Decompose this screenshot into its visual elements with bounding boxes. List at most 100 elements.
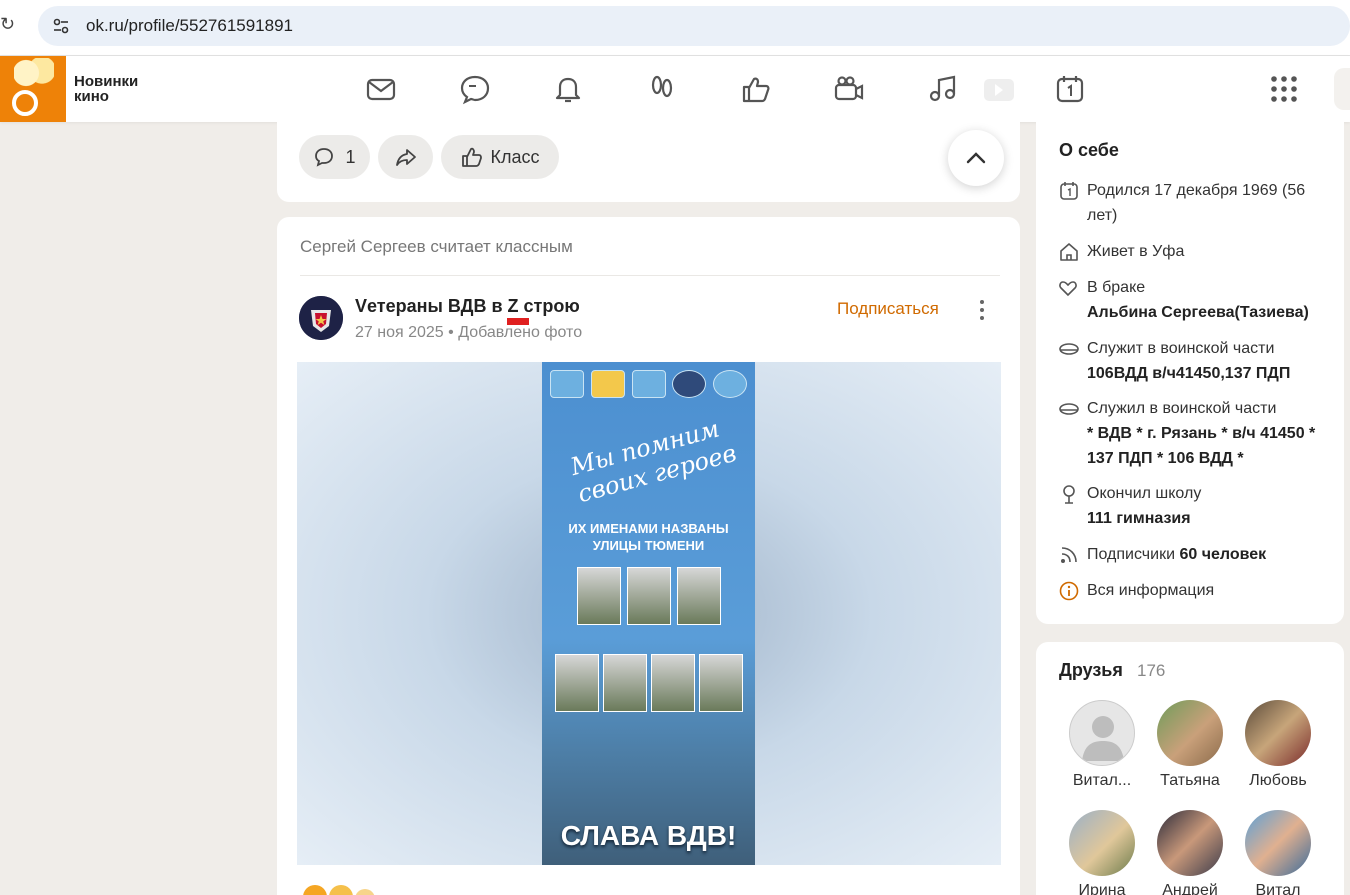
hearts-icon	[1059, 281, 1077, 297]
portrait-photo	[626, 567, 671, 625]
calendar-small-icon	[1060, 182, 1078, 200]
portrait-photo	[602, 654, 647, 712]
emblem-icon	[713, 370, 747, 398]
site-settings-icon[interactable]	[52, 17, 70, 35]
liked-by-line[interactable]: Сергей Сергеев считает классным	[300, 237, 573, 257]
video-play-icon[interactable]	[982, 73, 1014, 105]
friend-item[interactable]: Татьяна	[1150, 700, 1230, 790]
emblem-icon	[590, 370, 625, 398]
school-text: Окончил школу 111 гимназия	[1087, 481, 1339, 531]
friend-item[interactable]: Андрей	[1150, 810, 1230, 895]
about-marriage: В браке Альбина Сергеева(Тазиева)	[1058, 275, 1338, 327]
about-subscribers[interactable]: Подписчики 60 человек	[1058, 542, 1338, 568]
about-school: Окончил школу 111 гимназия	[1058, 481, 1338, 533]
feed-post: Сергей Сергеев считает классным Vетераны…	[277, 217, 1020, 895]
popcorn-icon	[14, 58, 54, 88]
calendar-icon[interactable]	[1054, 73, 1086, 105]
more-options-icon[interactable]	[972, 297, 992, 323]
all-info-link[interactable]: Вся информация	[1058, 578, 1338, 604]
military-cap-icon	[1059, 343, 1079, 355]
portrait-photo	[554, 654, 599, 712]
subscribers-text: Подписчики 60 человек	[1087, 542, 1339, 567]
reload-icon[interactable]: ↻	[0, 14, 15, 35]
location-text: Живет в Уфа	[1087, 239, 1339, 264]
poster-emblems	[550, 370, 747, 400]
ok-logo[interactable]	[0, 56, 66, 122]
spouse-link[interactable]: Альбина Сергеева(Тазиева)	[1087, 304, 1309, 321]
emblem-icon	[631, 370, 666, 398]
served-text: Служил в воинской части * ВДВ * г. Рязань…	[1087, 396, 1339, 471]
friend-avatar	[1069, 810, 1135, 876]
promo-label-line2: кино	[74, 88, 109, 105]
about-serving: Служит в воинской части 106ВДД в/ч41450,1…	[1058, 336, 1338, 388]
poster-image: Мы помним своих героев ИХ ИМЕНАМИ НАЗВАН…	[542, 362, 755, 865]
address-bar[interactable]: ok.ru/profile/552761591891	[38, 6, 1350, 46]
portrait-photo	[698, 654, 743, 712]
friends-title[interactable]: Друзья	[1059, 660, 1123, 681]
site-header: Новинки кино	[0, 56, 1350, 122]
ok-logo-icon	[12, 90, 38, 116]
class-button[interactable]: Класс	[441, 135, 559, 179]
mail-icon[interactable]	[365, 73, 397, 105]
portrait-photo	[576, 567, 621, 625]
about-served: Служил в воинской части * ВДВ * г. Рязань…	[1058, 396, 1338, 472]
likes-icon[interactable]	[740, 73, 772, 105]
poster-subtitle-line2: УЛИЦЫ ТЮМЕНИ	[592, 538, 705, 553]
friend-item[interactable]: Ирина	[1062, 810, 1142, 895]
friend-avatar	[1245, 700, 1311, 766]
promo-label[interactable]: Новинки кино	[74, 74, 138, 104]
friend-name: Любовь	[1249, 772, 1307, 789]
promo-label-line1: Новинки	[74, 73, 139, 90]
post-photo[interactable]: Мы помним своих героев ИХ ИМЕНАМИ НАЗВАН…	[297, 362, 1001, 865]
served-label: Служил в воинской части	[1087, 400, 1277, 417]
apps-grid-icon[interactable]	[1268, 73, 1300, 105]
scroll-to-top-button[interactable]	[948, 130, 1004, 186]
serving-unit-link[interactable]: 106ВДД в/ч41450,137 ПДП	[1087, 365, 1290, 382]
about-location: Живет в Уфа	[1058, 239, 1338, 265]
friend-item[interactable]: Витал	[1238, 810, 1318, 895]
post-action: Добавлено фото	[458, 324, 583, 341]
lives-city[interactable]: Уфа	[1152, 243, 1184, 260]
group-name-link[interactable]: Vетераны ВДВ в Z строю	[355, 296, 580, 317]
music-icon[interactable]	[926, 73, 958, 105]
group-avatar[interactable]	[299, 296, 343, 340]
home-icon	[1060, 243, 1078, 261]
poster-portraits-row-2	[542, 654, 755, 712]
portrait-photo	[676, 567, 721, 625]
share-icon	[395, 149, 416, 166]
friend-avatar	[1069, 700, 1135, 766]
poster-subtitle: ИХ ИМЕНАМИ НАЗВАНЫ УЛИЦЫ ТЮМЕНИ	[542, 520, 755, 554]
reactions-icon[interactable]	[301, 883, 381, 895]
serving-text: Служит в воинской части 106ВДД в/ч41450,1…	[1087, 336, 1339, 386]
post-date[interactable]: 27 ноя 2025	[355, 324, 444, 341]
portrait-photo	[650, 654, 695, 712]
friend-name: Андрей	[1162, 882, 1218, 895]
lives-prefix: Живет в	[1087, 243, 1153, 260]
url-text[interactable]: ok.ru/profile/552761591891	[86, 16, 293, 36]
notifications-icon[interactable]	[552, 73, 584, 105]
guests-icon[interactable]	[646, 73, 678, 105]
meta-separator: •	[448, 324, 459, 341]
school-link[interactable]: 111 гимназия	[1087, 510, 1191, 527]
profile-menu-stub[interactable]	[1334, 68, 1350, 110]
previous-post-actions: 1 Класс	[277, 122, 1020, 202]
friend-name: Татьяна	[1160, 772, 1220, 789]
friend-item[interactable]: Любовь	[1238, 700, 1318, 790]
school-label: Окончил школу	[1087, 485, 1202, 502]
thumbs-up-icon	[461, 147, 482, 167]
served-unit-link[interactable]: * ВДВ * г. Рязань * в/ч 41450 * 137 ПДП …	[1087, 425, 1315, 467]
video-icon[interactable]	[833, 73, 865, 105]
chevron-up-icon	[966, 152, 986, 164]
all-info-label[interactable]: Вся информация	[1087, 578, 1339, 603]
comments-count: 1	[345, 146, 356, 167]
subscribe-button[interactable]: Подписаться	[837, 299, 939, 319]
serving-label: Служит в воинской части	[1087, 340, 1275, 357]
discussions-icon[interactable]	[459, 73, 491, 105]
info-icon	[1059, 581, 1079, 601]
comments-button[interactable]: 1	[299, 135, 370, 179]
friend-avatar	[1157, 810, 1223, 876]
military-cap-icon	[1059, 403, 1079, 415]
share-button[interactable]	[378, 135, 433, 179]
rss-icon	[1061, 547, 1077, 563]
friend-item[interactable]: Витал...	[1062, 700, 1142, 790]
